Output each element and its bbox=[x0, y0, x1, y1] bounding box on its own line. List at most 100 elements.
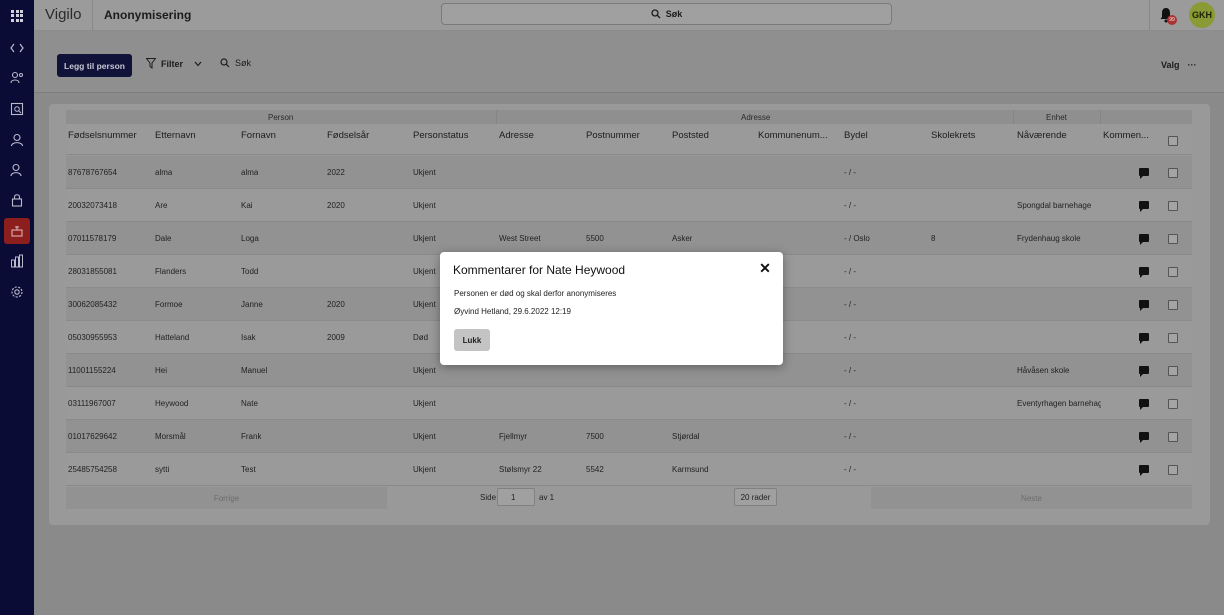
filter-button[interactable]: Filter bbox=[146, 58, 202, 69]
column-header-kommunenummer[interactable]: Kommunenum... bbox=[758, 130, 828, 141]
comment-icon[interactable] bbox=[1139, 168, 1149, 179]
sidebar-item-user[interactable] bbox=[4, 127, 30, 153]
cell-bydel: - / - bbox=[844, 300, 856, 309]
cell-etternavn: Hei bbox=[155, 366, 168, 375]
page-number-input[interactable]: 1 bbox=[497, 488, 535, 506]
bar-chart-icon bbox=[11, 254, 23, 268]
column-header-skolekrets[interactable]: Skolekrets bbox=[931, 130, 975, 141]
row-checkbox[interactable] bbox=[1168, 333, 1178, 343]
cell-bydel: - / - bbox=[844, 366, 856, 375]
pager-side-label: Side bbox=[480, 493, 497, 502]
cell-etternavn: alma bbox=[155, 168, 173, 177]
row-checkbox[interactable] bbox=[1168, 366, 1178, 376]
cell-fodselsaar: 2022 bbox=[327, 168, 345, 177]
column-header-fodselsnummer[interactable]: Fødselsnummer bbox=[68, 130, 137, 141]
dialog-title: Kommentarer for Nate Heywood bbox=[453, 263, 626, 277]
cell-fornavn: Todd bbox=[241, 267, 259, 276]
sidebar-item-settings[interactable] bbox=[4, 279, 30, 305]
table-row[interactable] bbox=[66, 453, 1192, 486]
sidebar-item-person[interactable] bbox=[4, 157, 30, 183]
cell-bydel: - / Oslo bbox=[844, 234, 870, 243]
cell-fodselsnummer: 30062085432 bbox=[68, 300, 117, 309]
sidebar-item-report-search[interactable] bbox=[4, 96, 30, 122]
row-checkbox[interactable] bbox=[1168, 168, 1178, 178]
close-icon[interactable]: ✕ bbox=[758, 261, 772, 275]
row-checkbox[interactable] bbox=[1168, 399, 1178, 409]
cell-poststed: Asker bbox=[672, 234, 693, 243]
cell-postnummer: 5500 bbox=[586, 234, 604, 243]
cell-fodselsaar: 2009 bbox=[327, 333, 345, 342]
comment-icon[interactable] bbox=[1139, 234, 1149, 245]
cell-fornavn: Janne bbox=[241, 300, 263, 309]
app-launcher-button[interactable] bbox=[0, 0, 34, 31]
row-checkbox[interactable] bbox=[1168, 465, 1178, 475]
comment-icon[interactable] bbox=[1139, 201, 1149, 212]
eraser-icon bbox=[11, 226, 23, 237]
toolbar bbox=[34, 31, 1224, 93]
comment-icon[interactable] bbox=[1139, 366, 1149, 377]
comment-text: Personen er død og skal derfor anonymise… bbox=[454, 289, 617, 298]
comment-icon[interactable] bbox=[1139, 399, 1149, 410]
rows-per-page-select[interactable]: 20 rader bbox=[734, 488, 777, 506]
row-checkbox[interactable] bbox=[1168, 267, 1178, 277]
page-title: Anonymisering bbox=[104, 8, 192, 22]
sidebar bbox=[0, 31, 34, 615]
cell-fodselsnummer: 87678767654 bbox=[68, 168, 117, 177]
column-header-etternavn[interactable]: Etternavn bbox=[155, 130, 196, 141]
comment-icon[interactable] bbox=[1139, 465, 1149, 476]
select-all-checkbox[interactable] bbox=[1168, 136, 1178, 146]
table-search-label: Søk bbox=[235, 58, 252, 68]
table-row[interactable] bbox=[66, 420, 1192, 453]
comment-icon[interactable] bbox=[1139, 267, 1149, 278]
previous-page-button[interactable]: Forrige bbox=[66, 487, 387, 509]
sidebar-item-anonymisering[interactable] bbox=[4, 218, 30, 244]
sidebar-item-statistics[interactable] bbox=[4, 248, 30, 274]
column-header-fodselsaar[interactable]: Fødselsår bbox=[327, 130, 369, 141]
table-search-button[interactable]: Søk bbox=[220, 58, 251, 68]
brand-logo[interactable]: Vigilo bbox=[45, 6, 81, 23]
group-enhet: Enhet bbox=[1046, 113, 1067, 122]
cell-postnummer: 5542 bbox=[586, 465, 604, 474]
options-label: Valg bbox=[1161, 60, 1180, 70]
comment-icon[interactable] bbox=[1139, 333, 1149, 344]
row-checkbox[interactable] bbox=[1168, 234, 1178, 244]
row-checkbox[interactable] bbox=[1168, 432, 1178, 442]
cell-etternavn: Hatteland bbox=[155, 333, 190, 342]
column-header-poststed[interactable]: Poststed bbox=[672, 130, 709, 141]
cell-fodselsnummer: 05030955953 bbox=[68, 333, 117, 342]
table-row[interactable] bbox=[66, 156, 1192, 189]
filter-label: Filter bbox=[161, 58, 184, 69]
column-header-postnummer[interactable]: Postnummer bbox=[586, 130, 640, 141]
cell-bydel: - / - bbox=[844, 333, 856, 342]
cell-fodselsnummer: 01017629642 bbox=[68, 432, 117, 441]
column-header-bydel[interactable]: Bydel bbox=[844, 130, 868, 141]
grid-icon bbox=[11, 9, 23, 22]
sidebar-item-code[interactable] bbox=[4, 35, 30, 61]
cell-bydel: - / - bbox=[844, 465, 856, 474]
cell-personstatus: Ukjent bbox=[413, 267, 436, 276]
column-header-adresse[interactable]: Adresse bbox=[499, 130, 534, 141]
column-header-kommentar[interactable]: Kommen... bbox=[1103, 130, 1149, 141]
cell-personstatus: Ukjent bbox=[413, 432, 436, 441]
sidebar-item-lock[interactable] bbox=[4, 187, 30, 213]
cell-fodselsaar: 2020 bbox=[327, 300, 345, 309]
cell-fodselsnummer: 20032073418 bbox=[68, 201, 117, 210]
options-button[interactable]: Valg ··· bbox=[1161, 60, 1197, 70]
comment-icon[interactable] bbox=[1139, 432, 1149, 443]
global-search-button[interactable]: Søk bbox=[441, 3, 892, 25]
sidebar-item-user-search[interactable] bbox=[4, 65, 30, 91]
comment-meta: Øyvind Hetland, 29.6.2022 12:19 bbox=[454, 307, 571, 316]
column-header-personstatus[interactable]: Personstatus bbox=[413, 130, 468, 141]
group-adresse: Adresse bbox=[741, 113, 771, 122]
column-header-fornavn[interactable]: Fornavn bbox=[241, 130, 276, 141]
column-header-navaerende[interactable]: Nåværende bbox=[1017, 130, 1067, 141]
comment-icon[interactable] bbox=[1139, 300, 1149, 311]
close-button[interactable]: Lukk bbox=[454, 329, 490, 351]
row-checkbox[interactable] bbox=[1168, 300, 1178, 310]
add-person-button[interactable]: Legg til person bbox=[57, 54, 132, 77]
next-page-button[interactable]: Neste bbox=[871, 487, 1192, 509]
users-search-icon bbox=[10, 71, 23, 84]
cell-adresse: Stølsmyr 22 bbox=[499, 465, 542, 474]
avatar[interactable]: GKH bbox=[1189, 2, 1215, 28]
row-checkbox[interactable] bbox=[1168, 201, 1178, 211]
